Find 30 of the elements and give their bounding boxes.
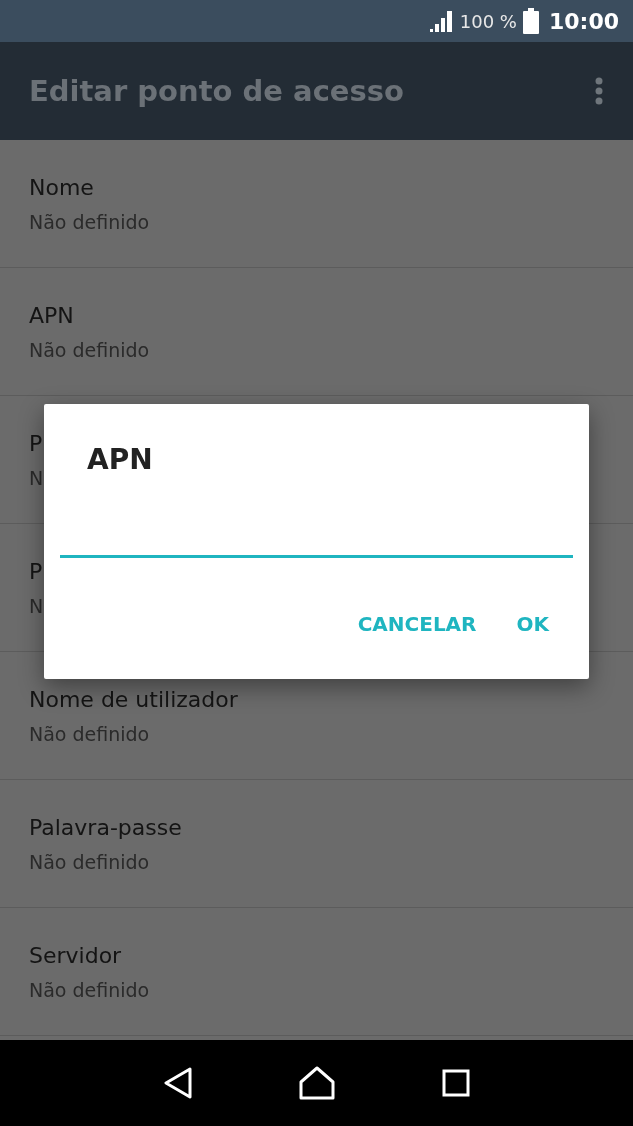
settings-row[interactable]: APN Não definido [0,268,633,396]
setting-title: Palavra-passe [29,814,182,842]
dialog-button[interactable]: CANCELAR [343,604,491,644]
back-icon[interactable] [163,1067,194,1099]
signal-icon [429,10,454,32]
battery-level: 100 % [459,10,517,32]
settings-row[interactable]: Palavra-passe Não definido [0,780,633,908]
dialog-title: APN [86,442,154,478]
setting-title: P [29,430,43,458]
more-options-icon[interactable] [595,77,603,105]
app-bar-title: Editar ponto de acesso [29,74,404,108]
home-icon[interactable] [299,1066,336,1100]
clock: 10:00 [548,8,619,34]
setting-title: Nome [29,174,94,202]
setting-title: APN [29,302,74,330]
setting-title: Nome de utilizador [29,686,238,714]
dialog-button[interactable]: OK [502,604,563,644]
setting-summary: N [29,594,44,619]
setting-summary: Não definido [29,210,150,235]
settings-row[interactable]: Nome Não definido [0,140,633,268]
setting-summary: Não definido [29,850,150,875]
battery-icon [522,8,539,34]
setting-title: Servidor [29,942,122,970]
setting-summary: Não definido [29,978,150,1003]
setting-title: P [29,558,43,586]
setting-summary: N [29,466,44,491]
settings-row[interactable]: Servidor Não definido [0,908,633,1036]
square-icon[interactable] [441,1069,470,1097]
setting-summary: Não definido [29,338,150,363]
setting-summary: Não definido [29,722,150,747]
